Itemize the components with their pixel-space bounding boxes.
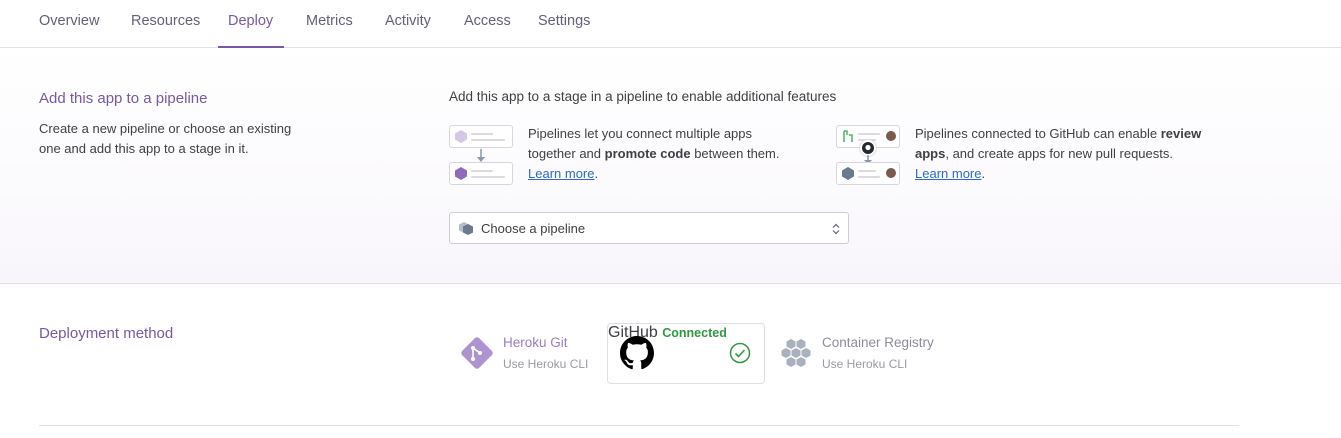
pipeline-stage-card <box>449 162 513 185</box>
github-icon <box>620 336 654 370</box>
container-registry-label: Container Registry <box>822 335 934 350</box>
pipeline-section-title: Add this app to a pipeline <box>39 90 208 107</box>
pipeline-icon <box>459 222 473 235</box>
tab-deploy[interactable]: Deploy <box>228 0 273 48</box>
heroku-git-sub: Use Heroku CLI <box>503 357 589 371</box>
deploy-method-heroku-git[interactable]: Heroku Git Use Heroku CLI <box>459 333 599 375</box>
app-hex-icon <box>455 130 467 143</box>
section-divider <box>39 425 1239 426</box>
feature1-text: Pipelines let you connect multiple apps … <box>528 126 780 181</box>
learn-more-link[interactable]: Learn more <box>915 166 981 181</box>
check-circle-icon <box>729 342 751 364</box>
deployment-method-title: Deployment method <box>39 325 174 342</box>
heroku-git-label: Heroku Git <box>503 335 568 350</box>
container-registry-icon <box>781 339 811 367</box>
pipeline-section: Add this app to a pipeline Create a new … <box>0 48 1341 284</box>
deploy-method-github[interactable]: GitHub Connected <box>607 323 765 384</box>
learn-more-link[interactable]: Learn more <box>528 166 594 181</box>
container-registry-sub: Use Heroku CLI <box>822 357 908 371</box>
tab-access[interactable]: Access <box>464 0 511 48</box>
review-app-card <box>836 162 900 185</box>
feature2-text: Pipelines connected to GitHub can enable… <box>915 126 1202 181</box>
app-hex-icon <box>842 167 854 180</box>
tab-activity[interactable]: Activity <box>385 0 431 48</box>
tab-bar: Overview Resources Deploy Metrics Activi… <box>0 0 1341 48</box>
pull-request-icon <box>843 130 853 142</box>
pipeline-stage-card <box>449 125 513 148</box>
tab-metrics[interactable]: Metrics <box>306 0 353 48</box>
pipeline-select[interactable]: Choose a pipeline <box>449 212 849 244</box>
feature-heading: Add this app to a stage in a pipeline to… <box>449 89 837 104</box>
tab-overview[interactable]: Overview <box>39 0 99 48</box>
pipeline-desc-line2: one and add this app to a stage in it. <box>39 141 249 156</box>
arrow-down-icon <box>477 149 485 162</box>
pipeline-select-value: Choose a pipeline <box>481 221 586 236</box>
avatar <box>886 168 896 178</box>
app-hex-icon <box>455 167 467 180</box>
pipeline-desc-line1: Create a new pipeline or choose an exist… <box>39 121 292 136</box>
tab-settings[interactable]: Settings <box>538 0 590 48</box>
github-connected-status: Connected <box>662 326 727 340</box>
tab-resources[interactable]: Resources <box>131 0 200 48</box>
git-icon <box>461 337 493 369</box>
avatar <box>886 131 896 141</box>
chevron-updown-icon <box>832 223 840 235</box>
deploy-method-container-registry[interactable]: Container Registry Use Heroku CLI <box>780 333 960 375</box>
